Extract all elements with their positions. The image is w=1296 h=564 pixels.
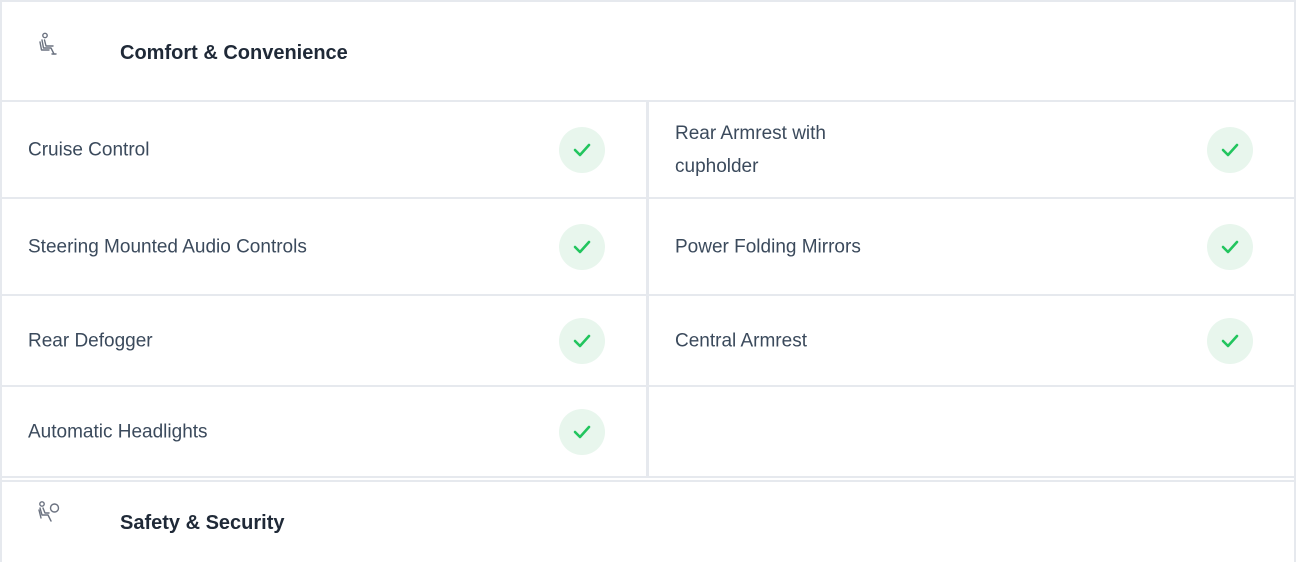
features-panel: Comfort & Convenience Cruise Control Rea… xyxy=(0,0,1296,562)
feature-row: Central Armrest xyxy=(649,296,1294,387)
check-icon xyxy=(559,223,605,270)
check-icon xyxy=(559,126,605,173)
feature-label: Rear Armrest with cupholder xyxy=(675,122,826,177)
feature-row: Steering Mounted Audio Controls xyxy=(2,199,649,296)
check-icon xyxy=(1207,317,1253,364)
feature-label: Cruise Control xyxy=(28,139,150,160)
feature-row: Rear Armrest with cupholder xyxy=(649,102,1294,199)
check-icon xyxy=(559,408,605,455)
seat-icon xyxy=(36,32,62,58)
feature-row: Cruise Control xyxy=(2,102,649,199)
comfort-section-title: Comfort & Convenience xyxy=(120,42,348,64)
feature-row: Automatic Headlights xyxy=(2,387,649,478)
feature-label: Steering Mounted Audio Controls xyxy=(28,236,307,257)
feature-label: Rear Defogger xyxy=(28,330,153,351)
check-icon xyxy=(1207,126,1253,173)
feature-row: Power Folding Mirrors xyxy=(649,199,1294,296)
airbag-icon xyxy=(36,500,62,526)
feature-label: Automatic Headlights xyxy=(28,421,208,442)
check-icon xyxy=(1207,223,1253,270)
comfort-section-header[interactable]: Comfort & Convenience xyxy=(2,2,1294,102)
empty-cell xyxy=(649,387,1294,478)
feature-row: Rear Defogger xyxy=(2,296,649,387)
feature-label: Power Folding Mirrors xyxy=(675,236,861,257)
comfort-features-grid: Cruise Control Rear Armrest with cuphold… xyxy=(2,102,1294,480)
safety-section-title: Safety & Security xyxy=(120,512,285,534)
check-icon xyxy=(559,317,605,364)
safety-section-header[interactable]: Safety & Security xyxy=(2,480,1294,564)
feature-label: Central Armrest xyxy=(675,330,807,351)
